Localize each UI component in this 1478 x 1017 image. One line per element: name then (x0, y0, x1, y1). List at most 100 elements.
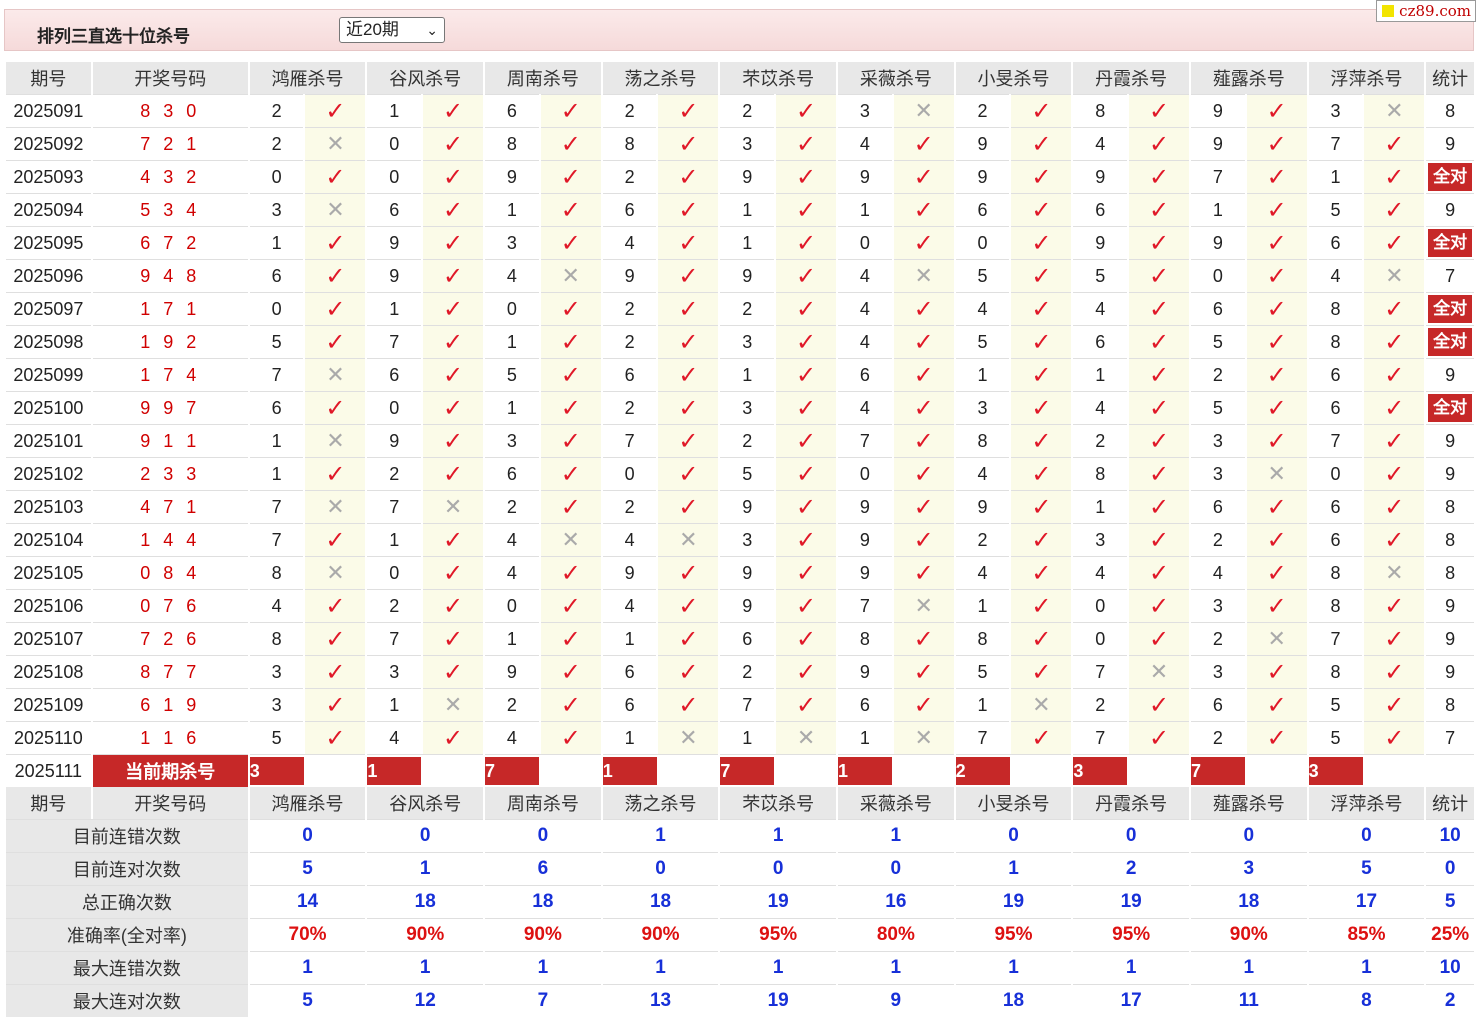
check-icon: ✓ (1266, 493, 1287, 521)
header-stat: 统计 (1426, 787, 1474, 819)
current-kill-cell: 1 (838, 754, 954, 787)
result-mark-cell: ✕ (423, 490, 484, 523)
result-mark-cell: ✓ (1129, 457, 1189, 490)
kill-number-cell: 0 (1073, 622, 1128, 655)
check-icon: ✓ (678, 691, 699, 719)
period-cell: 2025094 (6, 193, 91, 226)
check-icon: ✓ (796, 328, 817, 356)
result-mark-cell: ✓ (1129, 94, 1189, 127)
kill-number-cell: 2 (602, 325, 657, 358)
result-mark-cell: ✓ (1129, 325, 1189, 358)
kill-number-cell: 5 (1308, 688, 1363, 721)
kill-number-cell: 1 (1308, 160, 1363, 193)
stat-value: 19 (720, 984, 837, 1017)
all-right-badge: 全对 (1428, 163, 1473, 191)
kill-number-cell: 6 (602, 688, 657, 721)
result-mark-cell: ✕ (305, 193, 366, 226)
stat-value: 6 (485, 852, 601, 885)
stat-cell: 9 (1426, 358, 1474, 391)
kill-number-cell: 7 (367, 622, 422, 655)
result-mark-cell: ✓ (540, 688, 601, 721)
kill-number-cell: 1 (720, 226, 775, 259)
header-expert: 薤露杀号 (1190, 787, 1307, 819)
stat-value: 2 (1073, 852, 1189, 885)
table-row: 2025102 2 3 3 1 ✓ 2 ✓ 6 ✓ 0 ✓ 5 ✓ 0 ✓ 4 ✓ 8 ✓ 3 ✕ 0 ✓ 9 (6, 457, 1474, 490)
period-cell: 2025099 (6, 358, 91, 391)
period-cell: 2025100 (6, 391, 91, 424)
kill-number-cell: 4 (955, 556, 1010, 589)
result-mark-cell: ✓ (1129, 226, 1189, 259)
result-mark-cell: ✓ (423, 655, 484, 688)
check-icon: ✓ (325, 262, 346, 290)
result-mark-cell: ✓ (1129, 622, 1189, 655)
kill-number-cell: 6 (1190, 490, 1245, 523)
kill-number-cell: 3 (1190, 589, 1245, 622)
kill-number-cell: 3 (1190, 655, 1245, 688)
result-mark-cell: ✓ (658, 556, 719, 589)
kill-number-cell: 3 (720, 127, 775, 160)
kill-number-cell: 8 (602, 127, 657, 160)
table-row: 2025096 9 4 8 6 ✓ 9 ✓ 4 ✕ 9 ✓ 9 ✓ 4 ✕ 5 ✓ 5 ✓ 0 ✓ 4 ✕ 7 (6, 259, 1474, 292)
result-mark-cell: ✓ (893, 622, 954, 655)
kill-number-cell: 9 (720, 160, 775, 193)
stat-value: 0 (602, 852, 719, 885)
check-icon: ✓ (796, 130, 817, 158)
stat-cell: 全对 (1426, 391, 1474, 424)
header-row: 期号 开奖号码 鸿雁杀号 谷风杀号 周南杀号 荡之杀号 芣苡杀号 采薇杀号 小旻杀号 丹霞杀号 薤露… (6, 787, 1474, 819)
result-mark-cell: ✓ (658, 358, 719, 391)
draw-number-cell: 1 4 4 (92, 523, 248, 556)
table-row: 2025103 4 7 1 7 ✕ 7 ✕ 2 ✓ 2 ✓ 9 ✓ 9 ✓ 9 ✓ 1 ✓ 6 ✓ 6 ✓ 8 (6, 490, 1474, 523)
check-icon: ✓ (1148, 196, 1170, 224)
result-mark-cell: ✓ (658, 490, 719, 523)
header-period: 期号 (6, 62, 91, 94)
check-icon: ✓ (1148, 163, 1170, 191)
kill-number-cell: 4 (602, 589, 657, 622)
check-icon: ✓ (1148, 724, 1170, 752)
cross-icon: ✕ (326, 428, 345, 453)
kill-number-cell: 3 (955, 391, 1010, 424)
result-mark-cell: ✓ (540, 424, 601, 457)
result-mark-cell: ✕ (305, 490, 366, 523)
site-logo[interactable]: cz89.com (1376, 0, 1476, 22)
check-icon: ✓ (678, 295, 699, 323)
result-mark-cell: ✓ (1011, 490, 1072, 523)
check-icon: ✓ (1148, 460, 1170, 488)
stat-total: 10 (1426, 819, 1474, 852)
result-mark-cell: ✓ (1246, 193, 1307, 226)
draw-number-cell: 4 7 1 (92, 490, 248, 523)
result-mark-cell: ✕ (423, 688, 484, 721)
kill-number-cell: 7 (249, 523, 304, 556)
result-mark-cell: ✓ (1011, 160, 1072, 193)
stat-value: 1 (720, 819, 837, 852)
result-mark-cell: ✕ (893, 721, 954, 754)
kill-number-cell: 8 (485, 127, 539, 160)
kill-number-cell: 3 (1190, 457, 1245, 490)
current-kill-number: 3 (249, 757, 304, 785)
kill-number-cell: 1 (367, 292, 422, 325)
result-mark-cell: ✓ (893, 292, 954, 325)
result-mark-cell: ✓ (893, 358, 954, 391)
result-mark-cell: ✓ (540, 160, 601, 193)
result-mark-cell: ✓ (1011, 127, 1072, 160)
result-mark-cell: ✓ (305, 160, 366, 193)
kill-number-cell: 2 (485, 490, 539, 523)
period-select[interactable]: 近20期 ⌄ (339, 17, 445, 43)
result-mark-cell: ✕ (1364, 556, 1425, 589)
stat-value: 0 (1308, 819, 1425, 852)
stat-cell: 全对 (1426, 292, 1474, 325)
result-mark-cell: ✕ (658, 523, 719, 556)
result-mark-cell: ✓ (776, 94, 837, 127)
check-icon: ✓ (1266, 658, 1287, 686)
stat-value: 16 (838, 885, 954, 918)
result-mark-cell: ✓ (658, 688, 719, 721)
check-icon: ✓ (1148, 229, 1170, 257)
check-icon: ✓ (796, 460, 817, 488)
result-mark-cell: ✓ (423, 259, 484, 292)
result-mark-cell: ✓ (423, 457, 484, 490)
stat-cell: 8 (1426, 94, 1474, 127)
check-icon: ✓ (678, 229, 699, 257)
result-mark-cell: ✓ (1364, 424, 1425, 457)
period-cell: 2025108 (6, 655, 91, 688)
stat-value: 0 (1073, 819, 1189, 852)
result-mark-cell: ✓ (1246, 655, 1307, 688)
